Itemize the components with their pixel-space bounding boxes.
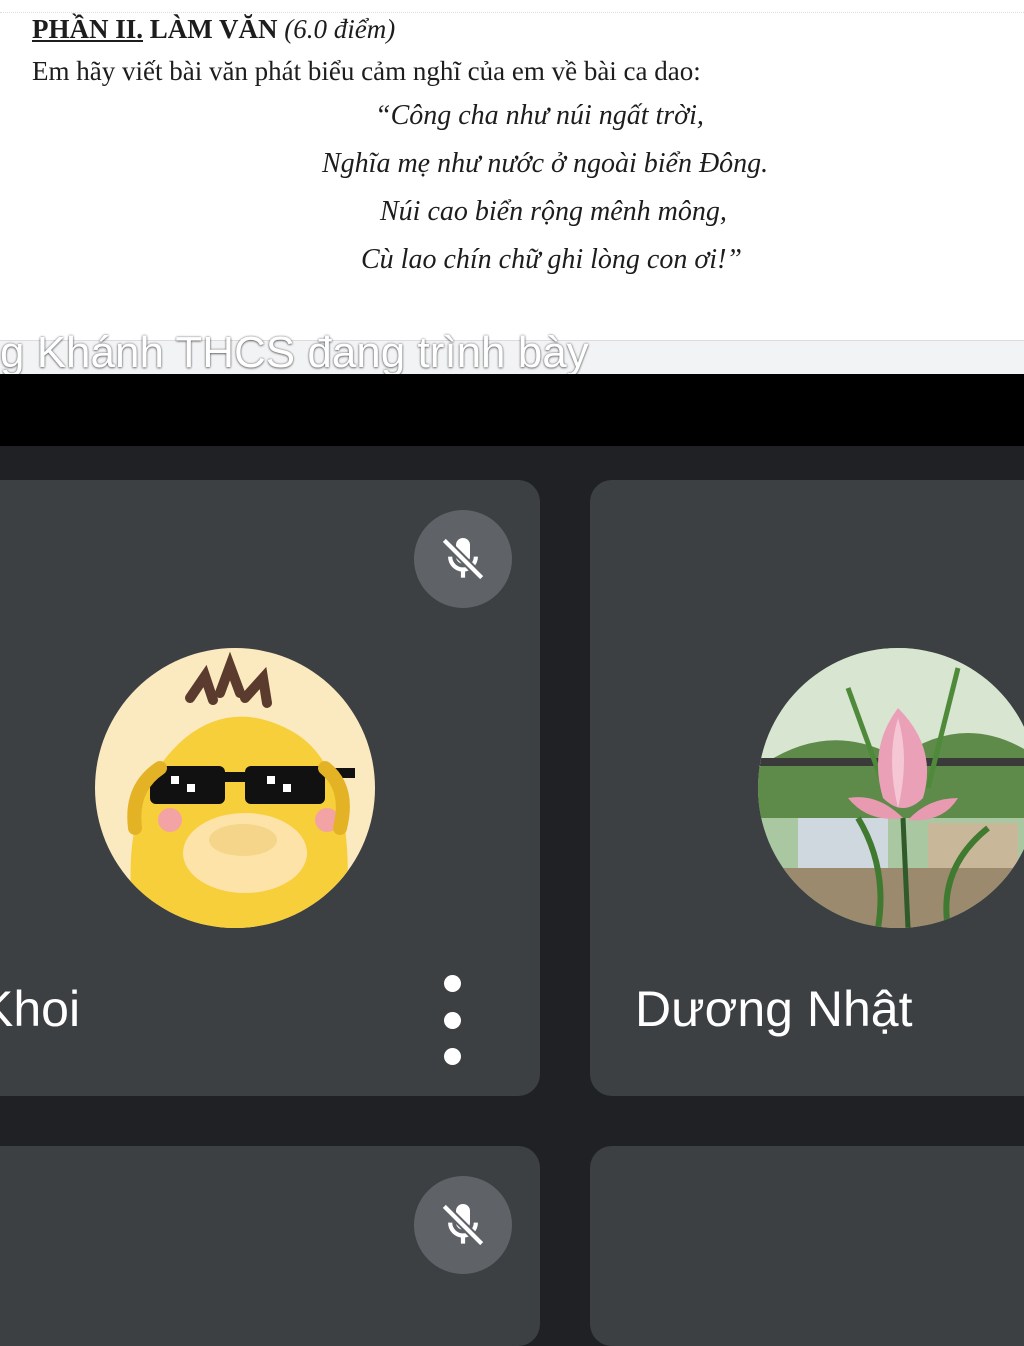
poem-line: “Công cha như núi ngất trời, bbox=[375, 100, 704, 131]
more-vert-icon[interactable] bbox=[432, 975, 472, 1065]
presented-document: PHẦN II. LÀM VĂN (6.0 điểm) Em hãy viết … bbox=[0, 0, 1024, 345]
heading-title: LÀM VĂN bbox=[149, 14, 278, 44]
presentation-divider bbox=[0, 374, 1024, 446]
mic-off-icon bbox=[414, 510, 512, 608]
participant-tile[interactable]: Dương Nhật bbox=[590, 480, 1024, 1096]
poem-line: Cù lao chín chữ ghi lòng con ơi!” bbox=[361, 244, 742, 275]
cropped-previous-line bbox=[0, 0, 1024, 13]
heading-score: (6.0 điểm) bbox=[284, 14, 396, 44]
poem-line: Núi cao biển rộng mênh mông, bbox=[380, 196, 727, 227]
participant-tile[interactable]: Khoi bbox=[0, 480, 540, 1096]
lotus-flower-avatar bbox=[758, 648, 1024, 928]
poem-line: Nghĩa mẹ như nước ở ngoài biển Đông. bbox=[322, 148, 769, 179]
participant-tile[interactable] bbox=[0, 1146, 540, 1346]
document-heading: PHẦN II. LÀM VĂN (6.0 điểm) bbox=[32, 14, 395, 45]
participant-name: Khoi bbox=[0, 981, 81, 1037]
psyduck-sunglasses-avatar bbox=[95, 648, 375, 928]
mic-off-icon bbox=[414, 1176, 512, 1274]
presenting-banner: g Khánh THCS đang trình bày bbox=[0, 328, 589, 377]
heading-part: PHẦN II. bbox=[32, 14, 144, 44]
participant-tile[interactable] bbox=[590, 1146, 1024, 1346]
document-prompt: Em hãy viết bài văn phát biểu cảm nghĩ c… bbox=[32, 56, 701, 86]
participant-name: Dương Nhật bbox=[635, 981, 913, 1037]
